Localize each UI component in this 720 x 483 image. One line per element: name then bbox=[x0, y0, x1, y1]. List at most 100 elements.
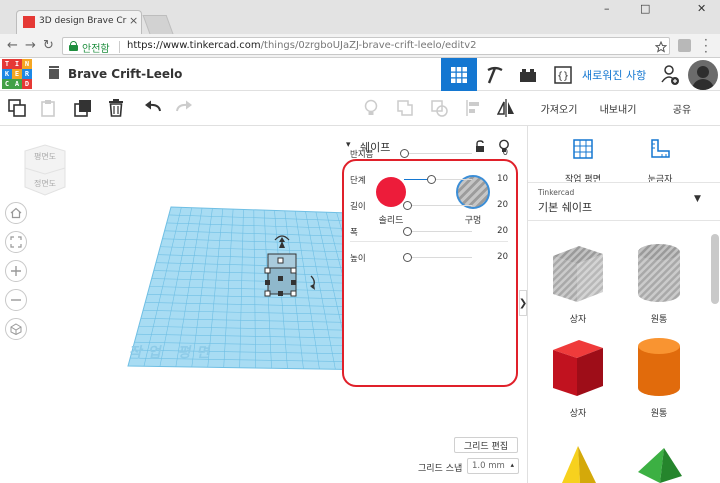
add-user-icon[interactable] bbox=[660, 64, 680, 86]
slider-knob[interactable] bbox=[427, 175, 437, 184]
slider-track[interactable] bbox=[404, 205, 472, 206]
work-plane-label: 작업 평면 bbox=[128, 345, 218, 361]
duplicate-icon[interactable] bbox=[74, 99, 92, 117]
slider-row: 폭 20 bbox=[350, 225, 508, 239]
reload-icon[interactable]: ↻ bbox=[43, 38, 54, 53]
browser-tab-bar: 3D design Brave Crift-Le × – □ ✕ bbox=[0, 0, 720, 34]
workplane-tool[interactable]: 작업 평면 bbox=[543, 136, 623, 186]
brick-icon bbox=[520, 68, 536, 82]
svg-text:{}: {} bbox=[557, 71, 569, 82]
slider-label: 단계 bbox=[350, 176, 366, 186]
share-button[interactable]: 공유 bbox=[656, 97, 708, 119]
app-header: TINKERCAD Brave Crift-Leelo {} 새로워진 사항 bbox=[0, 58, 720, 91]
design-icon bbox=[46, 65, 62, 81]
slider-value[interactable]: 10 bbox=[497, 174, 508, 184]
tinkercad-logo[interactable]: TINKERCAD bbox=[2, 59, 32, 89]
slider-row: 반지름 0 bbox=[350, 147, 508, 161]
slider-track[interactable] bbox=[404, 257, 472, 258]
ruler-tool[interactable]: 눈금자 bbox=[620, 136, 700, 186]
mirror-icon[interactable] bbox=[497, 99, 515, 117]
copy-icon[interactable] bbox=[8, 99, 26, 117]
snap-caret-icon: ▴ bbox=[510, 461, 514, 469]
slider-value[interactable]: 20 bbox=[497, 226, 508, 236]
edit-grid-button[interactable]: 그리드 편집 bbox=[454, 437, 518, 453]
align-icon[interactable] bbox=[464, 99, 482, 117]
user-avatar[interactable] bbox=[688, 60, 718, 90]
slider-knob[interactable] bbox=[403, 253, 413, 262]
import-button[interactable]: 가져오기 bbox=[530, 97, 588, 119]
green-roof-icon[interactable] bbox=[634, 446, 684, 483]
new-tab-button[interactable] bbox=[142, 15, 174, 34]
secure-label: 안전함 bbox=[82, 44, 110, 55]
slider-track[interactable] bbox=[404, 153, 472, 154]
window-close-icon[interactable]: ✕ bbox=[697, 2, 706, 15]
slider-row: 높이 20 bbox=[350, 251, 508, 265]
bricks-view-button[interactable] bbox=[510, 58, 546, 91]
slider-track[interactable] bbox=[404, 231, 472, 232]
slider-row: 단계 10 bbox=[350, 173, 508, 187]
bookmark-star-icon[interactable] bbox=[655, 41, 667, 53]
snap-grid-value: 1.0 mm bbox=[472, 461, 505, 471]
shape-cylinder-hole[interactable]: 원통 bbox=[619, 240, 699, 332]
browser-menu-icon[interactable]: · · · bbox=[704, 34, 708, 58]
browser-nav-bar: ← → ↻ 안전함 https://www.tinkercad.com/thin… bbox=[0, 34, 720, 58]
undo-icon[interactable] bbox=[144, 99, 162, 117]
library-category: Tinkercad bbox=[538, 188, 575, 197]
slider-value[interactable]: 20 bbox=[497, 200, 508, 210]
slider-value[interactable]: 20 bbox=[497, 252, 508, 262]
library-selector[interactable]: 기본 쉐이프 bbox=[538, 199, 592, 215]
logo-letter: A bbox=[12, 79, 22, 89]
tab-title: 3D design Brave Crift-Le bbox=[39, 16, 127, 26]
forward-arrow-icon[interactable]: → bbox=[25, 38, 36, 53]
logo-letter: E bbox=[12, 69, 22, 79]
sidebar-divider bbox=[528, 182, 720, 183]
address-bar[interactable]: 안전함 https://www.tinkercad.com/things/0zr… bbox=[62, 37, 670, 55]
browser-tab[interactable]: 3D design Brave Crift-Le × bbox=[16, 10, 142, 34]
panel-divider bbox=[350, 241, 508, 242]
slider-knob[interactable] bbox=[403, 227, 413, 236]
sidebar-collapse-button[interactable]: ❯ bbox=[519, 290, 527, 316]
ungroup-icon[interactable] bbox=[430, 99, 448, 117]
shape-box-hole[interactable]: 상자 bbox=[538, 240, 618, 332]
shape-cylinder[interactable]: 원통 bbox=[619, 334, 699, 426]
sidebar-scrollbar[interactable] bbox=[711, 234, 719, 304]
slider-knob[interactable] bbox=[403, 201, 413, 210]
blocks-view-button[interactable] bbox=[477, 58, 513, 91]
window-minimize-icon[interactable]: – bbox=[604, 2, 610, 15]
pickaxe-icon bbox=[487, 66, 503, 83]
box-shape-icon bbox=[553, 246, 603, 302]
project-name[interactable]: Brave Crift-Leelo bbox=[68, 67, 182, 81]
redo-icon[interactable] bbox=[175, 99, 193, 117]
logo-letter: C bbox=[2, 79, 12, 89]
shape-inspector-panel: ▾ 쉐이프 솔리드 구멍 반지름 0 단계 10 길이 20 폭 20 높이 20 bbox=[340, 135, 520, 389]
logo-letter: D bbox=[22, 79, 32, 89]
slider-knob[interactable] bbox=[400, 149, 409, 158]
selected-shape[interactable] bbox=[258, 228, 330, 304]
slider-label: 길이 bbox=[350, 202, 366, 212]
library-dropdown-icon[interactable]: ▼ bbox=[694, 194, 701, 204]
tab-close-icon[interactable]: × bbox=[129, 14, 138, 27]
logo-letter: N bbox=[22, 59, 32, 69]
snap-grid-select[interactable]: 1.0 mm ▴ bbox=[467, 458, 519, 474]
code-blocks-button[interactable]: {} bbox=[545, 58, 581, 91]
logo-letter: T bbox=[2, 59, 12, 69]
extension-icon[interactable] bbox=[678, 39, 691, 52]
logo-letter: K bbox=[2, 69, 12, 79]
orange-cylinder-icon bbox=[638, 338, 680, 396]
slider-value[interactable]: 0 bbox=[503, 148, 508, 158]
paste-icon[interactable] bbox=[40, 99, 58, 117]
export-button[interactable]: 내보내기 bbox=[588, 97, 648, 119]
trash-icon[interactable] bbox=[107, 99, 125, 117]
window-maximize-icon[interactable]: □ bbox=[640, 2, 650, 15]
back-arrow-icon[interactable]: ← bbox=[7, 38, 18, 53]
shape-label: 원통 bbox=[650, 315, 668, 325]
group-icon[interactable] bbox=[396, 99, 414, 117]
whats-new-button[interactable]: 새로워진 사항 bbox=[582, 67, 646, 83]
slider-label: 반지름 bbox=[350, 150, 374, 160]
shape-box[interactable]: 상자 bbox=[538, 334, 618, 426]
slider-fill bbox=[404, 179, 428, 180]
light-bulb-icon[interactable] bbox=[362, 99, 380, 117]
yellow-pyramid-icon[interactable] bbox=[558, 444, 598, 483]
grid-view-icon bbox=[451, 66, 467, 83]
view-3d-button[interactable] bbox=[441, 58, 477, 91]
